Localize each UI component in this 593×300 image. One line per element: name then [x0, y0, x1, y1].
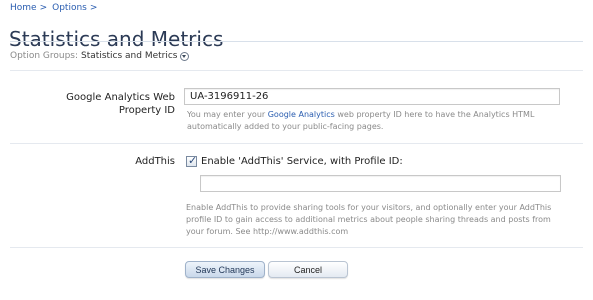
addthis-enable-checkbox[interactable]: ✓ [186, 154, 198, 167]
google-analytics-link[interactable]: Google Analytics [268, 110, 335, 119]
addthis-enable-label[interactable]: Enable 'AddThis' Service, with Profile I… [201, 155, 403, 168]
breadcrumb-separator: > [39, 3, 48, 13]
option-groups-divider [10, 70, 583, 71]
option-groups-label: Option Groups: [10, 51, 79, 61]
google-analytics-hint: You may enter your Google Analytics web … [187, 109, 562, 133]
addthis-hint: Enable AddThis to provide sharing tools … [186, 203, 552, 236]
option-groups: Option Groups: Statistics and Metrics [10, 49, 189, 63]
google-analytics-id-input[interactable] [184, 88, 560, 105]
save-changes-button[interactable]: Save Changes [185, 261, 265, 278]
addthis-profile-id-input[interactable] [200, 175, 561, 192]
row-divider [10, 247, 583, 248]
breadcrumb-separator: > [89, 3, 98, 13]
breadcrumb-options-link[interactable]: Options [52, 3, 87, 13]
checkmark-icon: ✓ [188, 154, 198, 167]
options-page: Home > Options > Statistics and Metrics Opt… [0, 0, 593, 300]
chevron-down-icon[interactable] [179, 51, 189, 61]
breadcrumb-home-link[interactable]: Home [10, 3, 37, 13]
cancel-button[interactable]: Cancel [268, 261, 348, 278]
hint-text: You may enter your [187, 110, 268, 119]
addthis-label: AddThis [135, 156, 175, 167]
option-groups-selector[interactable]: Statistics and Metrics [81, 49, 177, 63]
breadcrumb: Home > Options > [10, 2, 102, 14]
title-divider [10, 41, 583, 42]
google-analytics-label: Google Analytics Web Property ID [66, 92, 175, 116]
row-divider [10, 143, 583, 144]
